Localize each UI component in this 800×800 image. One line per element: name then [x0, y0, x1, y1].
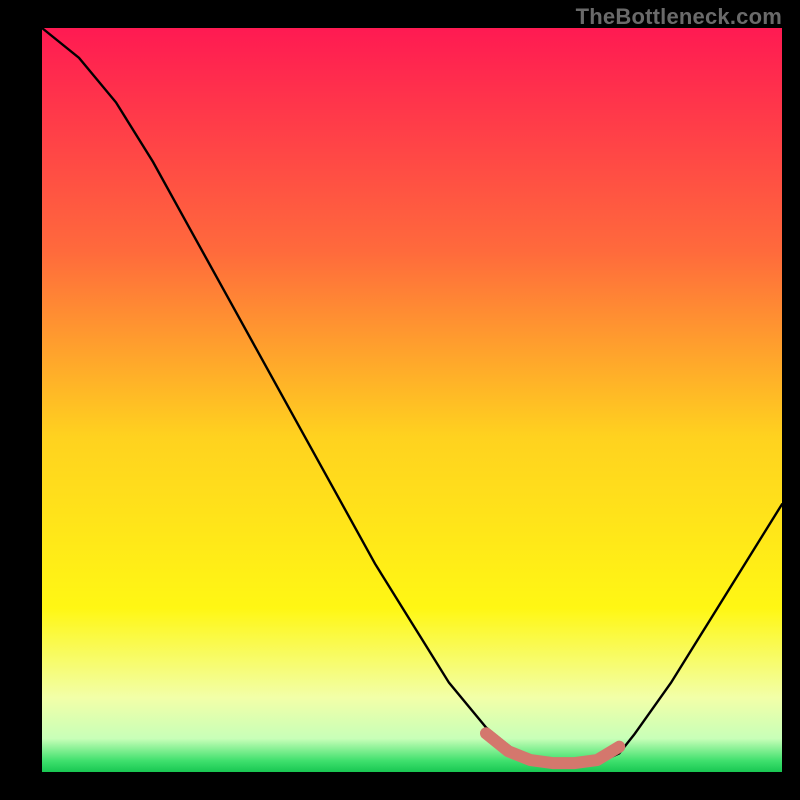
- gradient-background: [42, 28, 782, 772]
- chart-frame: { "watermark": "TheBottleneck.com", "cha…: [0, 0, 800, 800]
- bottleneck-chart: [0, 0, 800, 800]
